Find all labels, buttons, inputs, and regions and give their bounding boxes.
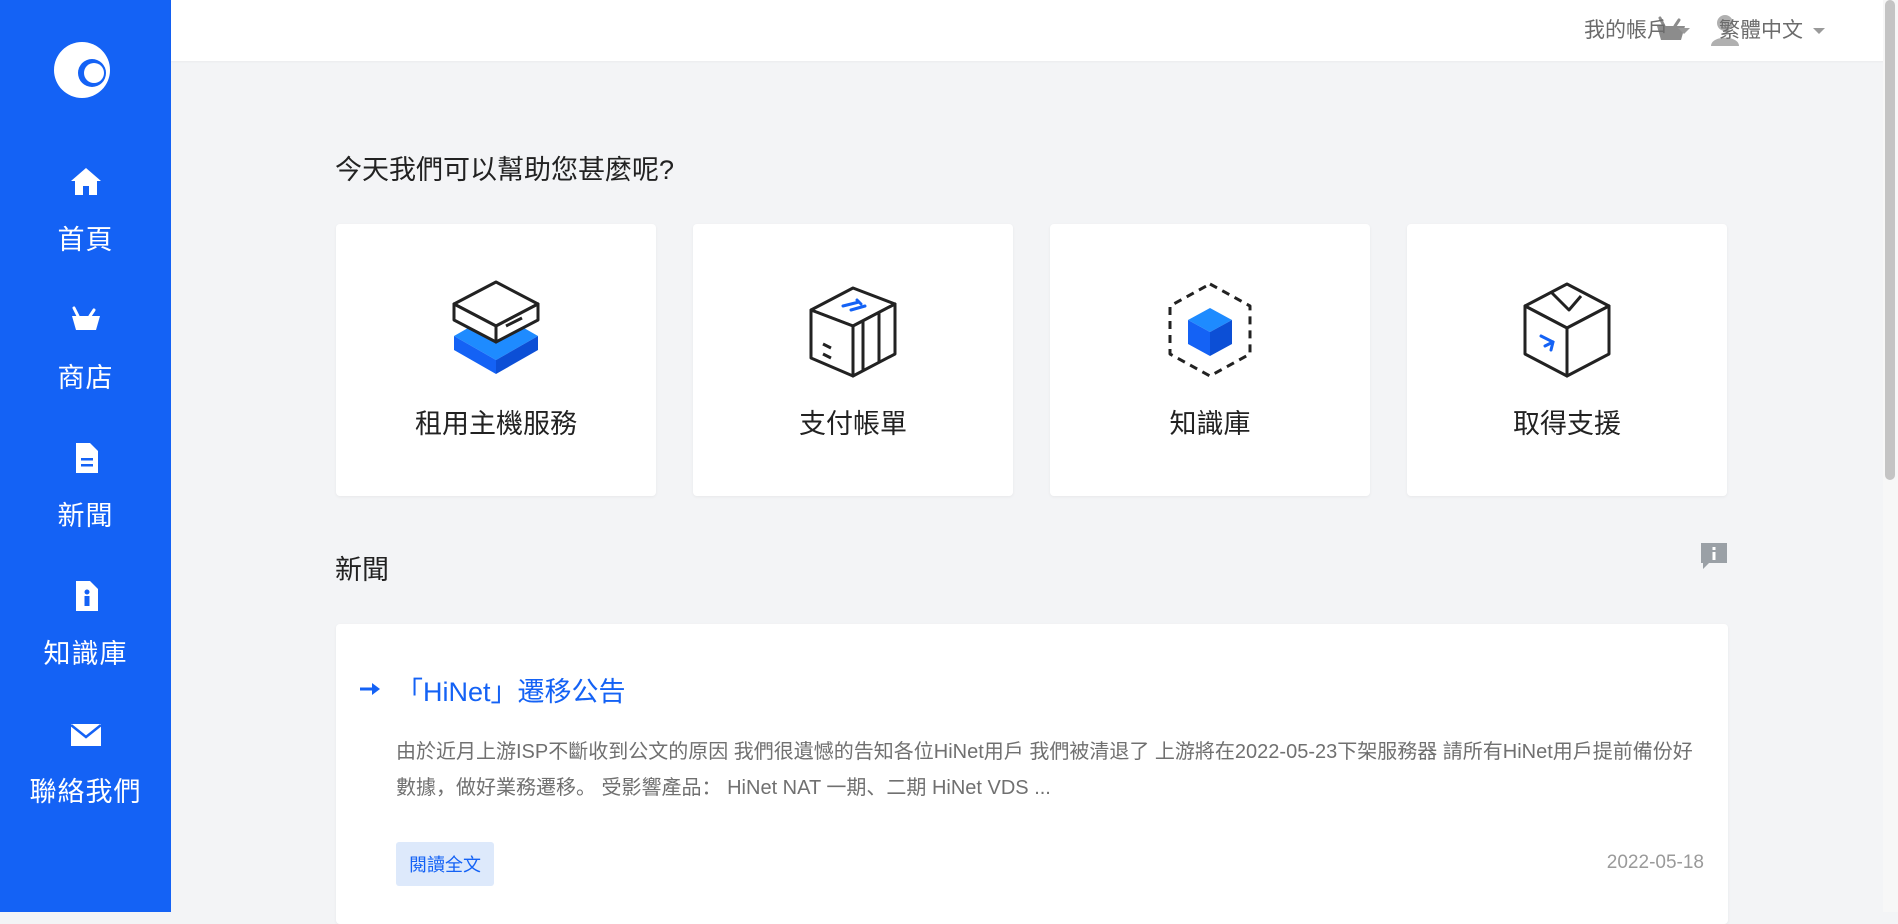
support-box-icon	[1523, 282, 1611, 378]
envelope-icon	[69, 724, 102, 746]
page-heading: 今天我們可以幫助您甚麼呢?	[335, 155, 675, 185]
sidebar-item-home[interactable]: 首頁	[0, 164, 171, 257]
sidebar-item-store[interactable]: 商店	[0, 302, 171, 395]
top-bar: 我的帳戶 繁體中文	[171, 0, 1898, 61]
account-menu[interactable]: 我的帳戶	[1584, 14, 1690, 44]
sidebar-item-label: 知識庫	[43, 639, 128, 669]
news-section-heading: 新聞	[335, 555, 389, 585]
sidebar-item-label: 聯絡我們	[29, 777, 142, 807]
language-label: 繁體中文	[1719, 19, 1803, 42]
language-menu[interactable]: 繁體中文	[1719, 14, 1825, 44]
card-label: 支付帳單	[799, 409, 907, 439]
news-title-link[interactable]: 「HiNet」遷移公告	[396, 670, 626, 709]
sidebar-item-news[interactable]: 新聞	[0, 440, 171, 533]
scrollbar-track[interactable]	[1883, 0, 1898, 912]
payment-box-icon	[809, 286, 897, 378]
card-knowledgebase[interactable]: 知識庫	[1050, 224, 1370, 496]
sidebar-item-label: 新聞	[57, 501, 114, 531]
card-label: 知識庫	[1169, 409, 1251, 439]
sidebar-item-knowledgebase[interactable]: 知識庫	[0, 578, 171, 671]
sidebar-item-label: 首頁	[57, 225, 114, 255]
announcement-icon[interactable]	[1699, 541, 1729, 571]
cart-icon	[71, 306, 100, 330]
sidebar-item-contact[interactable]: 聯絡我們	[0, 716, 171, 809]
card-pay-bill[interactable]: 支付帳單	[693, 224, 1013, 496]
server-icon	[452, 280, 540, 374]
card-get-support[interactable]: 取得支援	[1407, 224, 1727, 496]
card-label: 租用主機服務	[415, 409, 577, 439]
chevron-down-icon	[1813, 28, 1825, 35]
arrow-right-icon	[360, 683, 380, 695]
home-icon	[70, 168, 101, 195]
account-label: 我的帳戶	[1584, 19, 1668, 42]
read-more-button[interactable]: 閱讀全文	[396, 842, 494, 886]
sidebar: 首頁 商店 新聞 知識庫 聯絡我們	[0, 0, 171, 912]
chevron-down-icon	[1678, 28, 1690, 35]
news-date: 2022-05-18	[1606, 852, 1704, 873]
scrollbar-thumb[interactable]	[1885, 0, 1895, 480]
info-file-icon	[75, 581, 98, 611]
sidebar-item-label: 商店	[57, 363, 114, 393]
document-icon	[75, 443, 98, 473]
news-excerpt: 由於近月上游ISP不斷收到公文的原因 我們很遺憾的告知各位HiNet用戶 我們被…	[396, 741, 1693, 799]
news-item: 「HiNet」遷移公告 由於近月上游ISP不斷收到公文的原因 我們很遺憾的告知各…	[336, 624, 1728, 924]
cube-icon	[1168, 282, 1252, 378]
card-hosting[interactable]: 租用主機服務	[336, 224, 656, 496]
card-label: 取得支援	[1513, 409, 1621, 439]
logo-icon[interactable]	[52, 38, 116, 102]
